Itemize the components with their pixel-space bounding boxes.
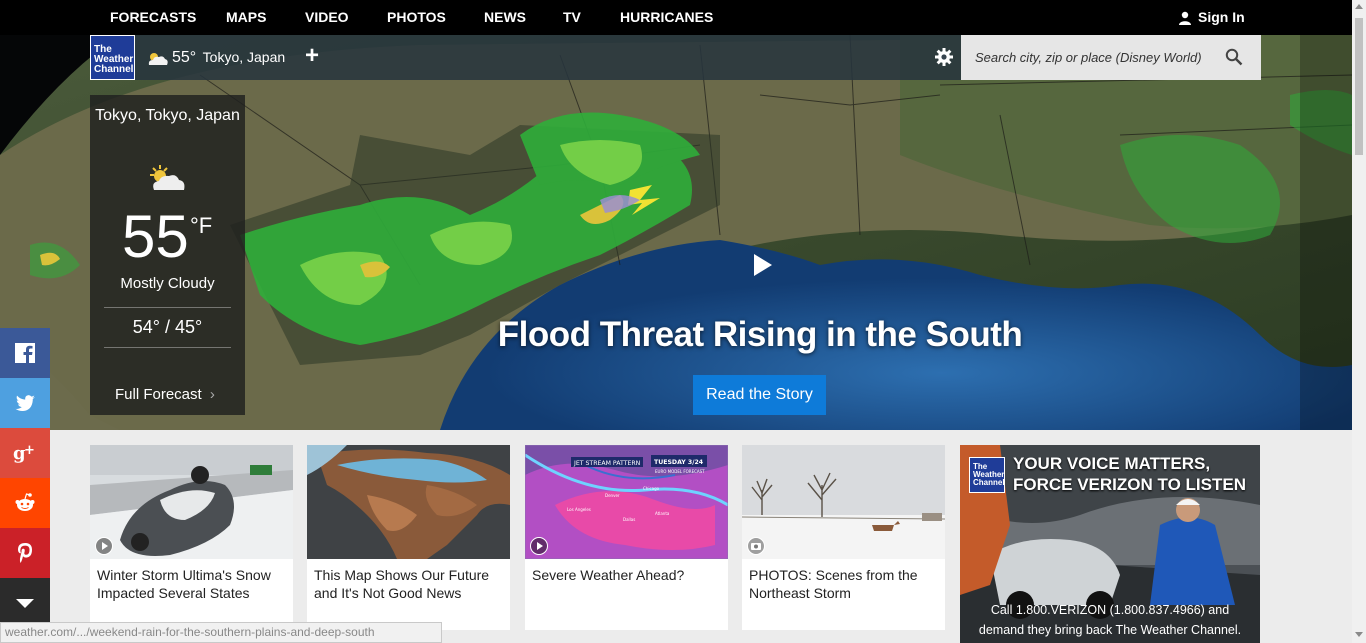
nav-news[interactable]: NEWS	[484, 0, 526, 35]
nav-tv[interactable]: TV	[563, 0, 581, 35]
thumb-city: Dallas	[623, 517, 635, 522]
story-title: Winter Storm Ultima's Snow Impacted Seve…	[97, 567, 271, 601]
conditions-location: Tokyo, Tokyo, Japan	[95, 107, 240, 124]
chevron-down-icon	[16, 599, 34, 608]
story-thumbnail	[307, 445, 510, 559]
facebook-share-button[interactable]	[0, 328, 50, 378]
story-thumbnail	[90, 445, 293, 559]
search-input[interactable]: Search city, zip or place (Disney World)	[961, 35, 1261, 80]
google-plus-icon: g+	[13, 443, 35, 464]
weather-channel-logo[interactable]: The Weather Channel	[90, 35, 135, 80]
story-card[interactable]: JET STREAM PATTERN TUESDAY 3/24 EURO MOD…	[525, 445, 728, 630]
sign-in-label: Sign In	[1198, 9, 1245, 25]
thumb-label: JET STREAM PATTERN	[573, 460, 641, 467]
pinterest-icon	[18, 543, 32, 563]
story-title: PHOTOS: Scenes from the Northeast Storm	[749, 567, 918, 601]
camera-icon	[747, 537, 765, 555]
video-icon	[95, 537, 113, 555]
story-thumbnail	[742, 445, 945, 559]
more-share-button[interactable]	[0, 578, 50, 628]
story-card[interactable]: PHOTOS: Scenes from the Northeast Storm	[742, 445, 945, 630]
location-city: Tokyo, Japan	[202, 49, 286, 65]
hi-lo-temperature: 54° / 45°	[132, 317, 203, 337]
plus-icon[interactable]: +	[305, 44, 319, 68]
current-conditions-card[interactable]: Tokyo, Tokyo, Japan 55 °F Mostly Cloudy …	[90, 95, 245, 415]
nav-hurricanes[interactable]: HURRICANES	[620, 0, 713, 35]
search-icon[interactable]	[1225, 48, 1243, 66]
thumb-city: Chicago	[643, 486, 660, 491]
current-temperature: 55	[122, 203, 189, 270]
scroll-up-arrow-icon[interactable]	[1355, 4, 1363, 9]
partly-cloudy-icon	[150, 165, 185, 190]
chevron-right-icon: ›	[209, 386, 215, 403]
status-bar-url: weather.com/.../weekend-rain-for-the-sou…	[0, 622, 442, 643]
svg-text:+: +	[24, 443, 35, 458]
conditions-phrase: Mostly Cloudy	[120, 275, 215, 292]
full-forecast-label: Full Forecast	[115, 386, 202, 403]
location-temp-value: 55°	[172, 49, 197, 66]
story-card[interactable]: This Map Shows Our Future and It's Not G…	[307, 445, 510, 630]
thumb-label: EURO MODEL FORECAST	[655, 469, 705, 474]
story-title: This Map Shows Our Future and It's Not G…	[314, 567, 490, 601]
nav-photos[interactable]: PHOTOS	[387, 0, 446, 35]
nav-video[interactable]: VIDEO	[305, 0, 349, 35]
ad-headline: YOUR VOICE MATTERS, FORCE VERIZON TO LIS…	[1013, 453, 1246, 495]
user-icon	[1179, 11, 1191, 25]
divider	[104, 347, 231, 348]
pinterest-share-button[interactable]	[0, 528, 50, 578]
full-forecast-link[interactable]: Full Forecast ›	[115, 386, 215, 403]
ad-headline-line: FORCE VERIZON TO LISTEN	[1013, 475, 1246, 494]
partly-cloudy-icon	[148, 53, 168, 65]
ad-line-2: demand they bring back The Weather Chann…	[978, 623, 1242, 637]
sign-in-link[interactable]: Sign In	[1178, 0, 1245, 35]
thumb-city: Atlanta	[655, 511, 670, 516]
play-icon[interactable]	[748, 250, 776, 280]
reddit-share-button[interactable]	[0, 478, 50, 528]
scroll-down-arrow-icon[interactable]	[1355, 632, 1363, 637]
reddit-icon	[15, 493, 35, 511]
story-title: Severe Weather Ahead?	[532, 567, 685, 583]
story-thumbnail: JET STREAM PATTERN TUESDAY 3/24 EURO MOD…	[525, 445, 728, 559]
nav-forecasts[interactable]: FORECASTS	[110, 0, 196, 35]
twitter-icon	[15, 395, 35, 412]
social-share-rail: g +	[0, 328, 50, 628]
thumb-city: Denver	[605, 493, 620, 498]
temperature-unit: °F	[190, 213, 213, 238]
video-icon	[530, 537, 548, 555]
read-the-story-button[interactable]: Read the Story	[693, 375, 826, 415]
story-card[interactable]: Winter Storm Ultima's Snow Impacted Seve…	[90, 445, 293, 630]
weather-channel-logo: The Weather Channel	[969, 457, 1005, 493]
advertisement-banner[interactable]: The Weather Channel YOUR VOICE MATTERS, …	[960, 445, 1260, 643]
twitter-share-button[interactable]	[0, 378, 50, 428]
location-temperature[interactable]: 55° Tokyo, Japan	[172, 35, 285, 80]
divider	[104, 307, 231, 308]
search-placeholder: Search city, zip or place (Disney World)	[975, 50, 1202, 65]
thumb-city: Los Angeles	[567, 507, 591, 512]
page: FORECASTS MAPS VIDEO PHOTOS NEWS TV HURR…	[0, 0, 1366, 643]
vertical-scrollbar[interactable]	[1352, 0, 1366, 643]
ad-line-1: Call 1.800.VERIZON (1.800.837.4966) and	[990, 603, 1230, 617]
scrollbar-thumb[interactable]	[1355, 18, 1363, 155]
nav-maps[interactable]: MAPS	[226, 0, 266, 35]
location-bar: The Weather Channel 55° Tokyo, Japan +	[90, 35, 961, 80]
ad-headline-line: YOUR VOICE MATTERS,	[1013, 454, 1211, 473]
thumb-label: TUESDAY 3/24	[654, 459, 704, 466]
google-plus-share-button[interactable]: g +	[0, 428, 50, 478]
facebook-icon	[15, 343, 35, 363]
top-nav: FORECASTS MAPS VIDEO PHOTOS NEWS TV HURR…	[0, 0, 1366, 35]
gear-icon[interactable]	[934, 47, 954, 67]
